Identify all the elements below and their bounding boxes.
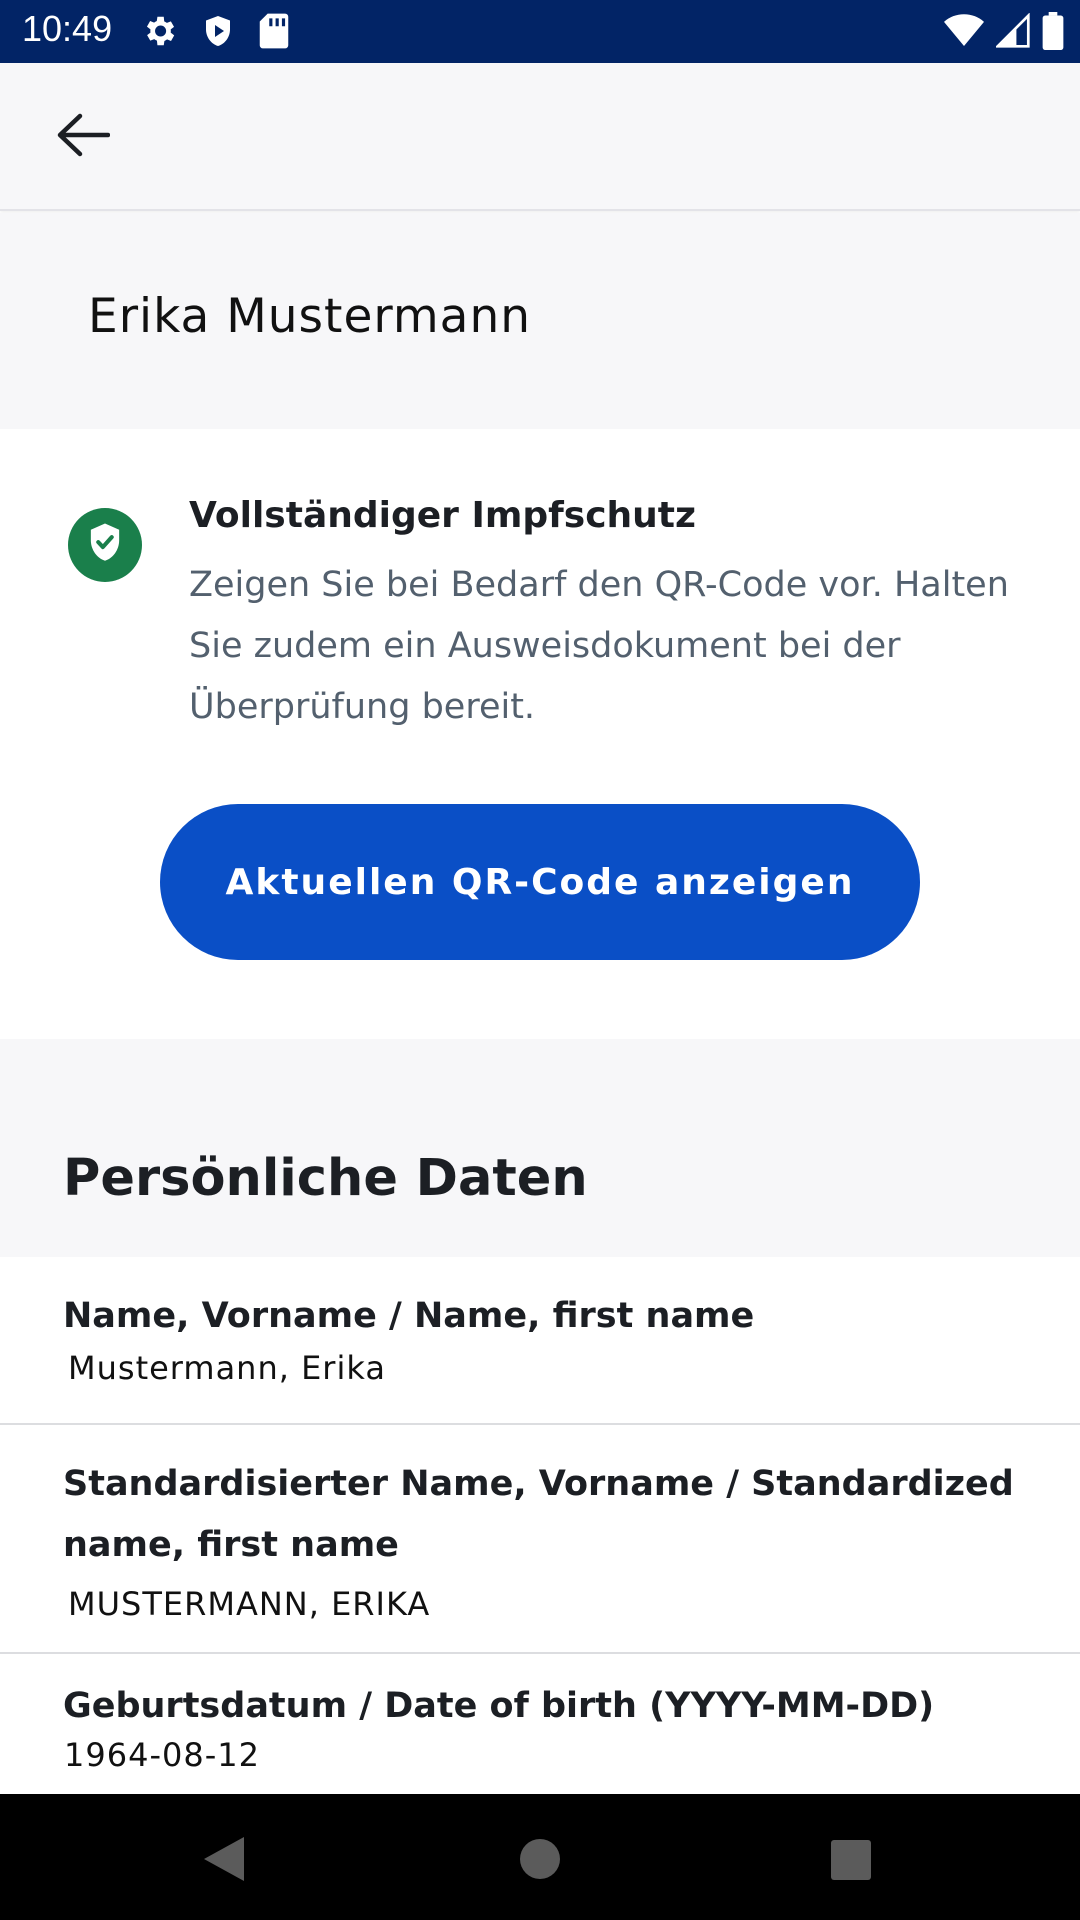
status-bar: 10:49 bbox=[0, 0, 1080, 63]
recents-square-icon bbox=[828, 1840, 872, 1888]
status-badge bbox=[68, 508, 142, 582]
back-triangle-icon bbox=[200, 1837, 246, 1888]
gear-icon bbox=[140, 12, 178, 54]
wifi-icon bbox=[944, 13, 984, 53]
name-header: Erika Mustermann bbox=[0, 213, 1080, 429]
status-left-icons bbox=[140, 12, 290, 54]
row-value: MUSTERMANN, ERIKA bbox=[68, 1585, 431, 1623]
back-button[interactable] bbox=[56, 107, 132, 167]
status-time: 10:49 bbox=[22, 8, 113, 49]
shield-icon bbox=[200, 12, 236, 54]
person-name: Erika Mustermann bbox=[88, 289, 532, 344]
sd-card-icon bbox=[258, 12, 290, 54]
status-right-icons bbox=[944, 12, 1064, 54]
nav-back-button[interactable] bbox=[200, 1834, 260, 1884]
nav-home-button[interactable] bbox=[516, 1834, 576, 1884]
row-label: Geburtsdatum / Date of birth (YYYY-MM-DD… bbox=[63, 1686, 935, 1726]
screen: 10:49 Erika Mustermann Vollständiger Imp… bbox=[0, 0, 1080, 1920]
certificate-card: Vollständiger Impfschutz Zeigen Sie bei … bbox=[0, 429, 1080, 1039]
data-row-standardized-name: Standardisierter Name, Vorname / Standar… bbox=[0, 1425, 1080, 1654]
status-description: Zeigen Sie bei Bedarf den QR-Code vor. H… bbox=[189, 565, 1009, 727]
row-label: Standardisierter Name, Vorname / Standar… bbox=[63, 1464, 1014, 1565]
row-label: Name, Vorname / Name, first name bbox=[63, 1296, 755, 1336]
show-qr-code-button[interactable]: Aktuellen QR-Code anzeigen bbox=[160, 804, 920, 960]
section-header: Persönliche Daten bbox=[0, 1039, 1080, 1257]
status-title: Vollständiger Impfschutz bbox=[189, 495, 696, 536]
shield-check-icon bbox=[83, 520, 127, 570]
data-row-name: Name, Vorname / Name, first name Musterm… bbox=[0, 1257, 1080, 1425]
row-value: Mustermann, Erika bbox=[68, 1349, 386, 1387]
home-circle-icon bbox=[516, 1839, 564, 1888]
app-bar bbox=[0, 63, 1080, 211]
data-row-date-of-birth: Geburtsdatum / Date of birth (YYYY-MM-DD… bbox=[0, 1654, 1080, 1794]
navigation-bar bbox=[0, 1794, 1080, 1920]
row-value: 1964-08-12 bbox=[64, 1736, 260, 1774]
battery-icon bbox=[1042, 12, 1064, 54]
section-title: Persönliche Daten bbox=[63, 1149, 588, 1208]
arrow-left-icon bbox=[56, 113, 111, 161]
signal-icon bbox=[994, 12, 1030, 53]
nav-recents-button[interactable] bbox=[828, 1834, 888, 1884]
